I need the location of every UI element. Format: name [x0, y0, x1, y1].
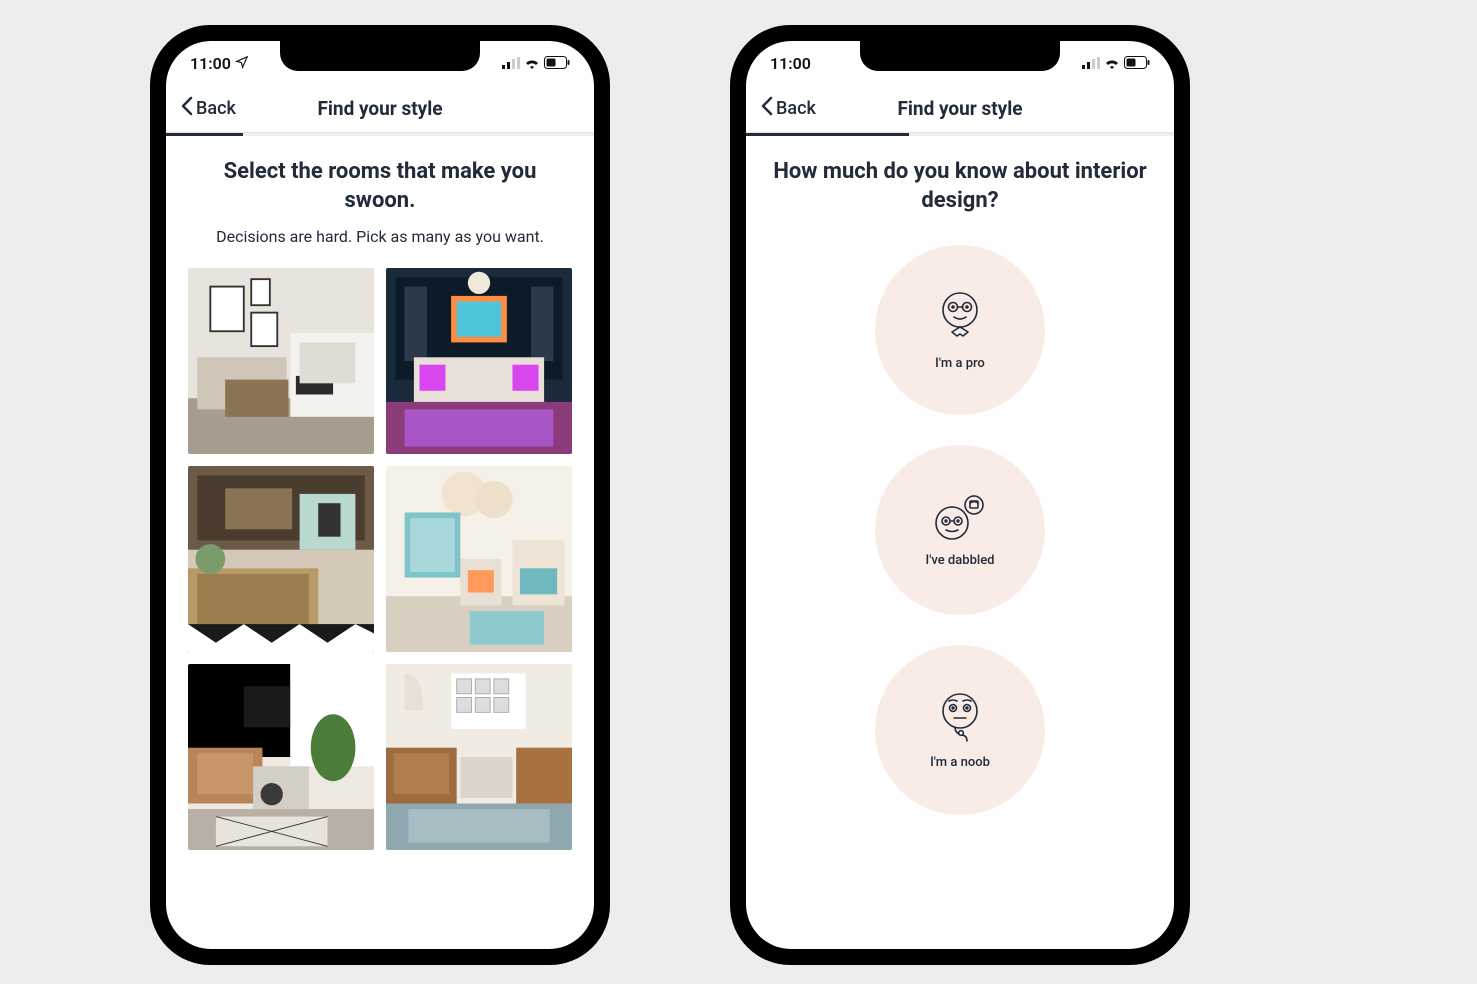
phone-notch: [280, 41, 480, 71]
noob-face-icon: [935, 691, 985, 745]
room-tile-1[interactable]: [188, 268, 374, 454]
option-label: I'm a noob: [930, 755, 990, 770]
wifi-icon: [1104, 54, 1120, 73]
location-arrow-icon: [235, 54, 249, 73]
dabbled-face-icon: [932, 493, 988, 543]
subheading: Decisions are hard. Pick as many as you …: [188, 227, 572, 246]
chevron-left-icon: [180, 96, 194, 121]
back-button[interactable]: Back: [180, 96, 236, 121]
phone-mockup-left: 11:00 Ba: [150, 25, 610, 965]
phone-notch: [860, 41, 1060, 71]
content-area: How much do you know about interior desi…: [746, 136, 1174, 949]
nav-bar: Back Find your style: [166, 85, 594, 133]
back-button[interactable]: Back: [760, 96, 816, 121]
room-tile-3[interactable]: [188, 466, 374, 652]
room-tile-6[interactable]: [386, 664, 572, 850]
heading: How much do you know about interior desi…: [768, 158, 1152, 215]
battery-icon: [544, 54, 570, 73]
chevron-left-icon: [760, 96, 774, 121]
status-time: 11:00: [770, 54, 811, 73]
room-tile-4[interactable]: [386, 466, 572, 652]
signal-icon: [502, 54, 520, 73]
status-time: 11:00: [190, 54, 231, 73]
option-pro[interactable]: I'm a pro: [875, 245, 1045, 415]
room-tile-5[interactable]: [188, 664, 374, 850]
option-label: I'm a pro: [935, 356, 985, 371]
room-tile-2[interactable]: [386, 268, 572, 454]
option-label: I've dabbled: [926, 553, 995, 568]
wifi-icon: [524, 54, 540, 73]
phone-screen-right: 11:00 Back Find your sty: [746, 41, 1174, 949]
signal-icon: [1082, 54, 1100, 73]
heading: Select the rooms that make you swoon.: [188, 158, 572, 215]
back-label: Back: [776, 98, 816, 119]
content-area: Select the rooms that make you swoon. De…: [166, 136, 594, 949]
option-dabbled[interactable]: I've dabbled: [875, 445, 1045, 615]
option-list: I'm a pro: [768, 245, 1152, 815]
option-noob[interactable]: I'm a noob: [875, 645, 1045, 815]
phone-mockup-right: 11:00 Back Find your sty: [730, 25, 1190, 965]
back-label: Back: [196, 98, 236, 119]
phone-screen-left: 11:00 Ba: [166, 41, 594, 949]
battery-icon: [1124, 54, 1150, 73]
nav-bar: Back Find your style: [746, 85, 1174, 133]
room-grid: [188, 268, 572, 850]
pro-face-icon: [935, 290, 985, 346]
